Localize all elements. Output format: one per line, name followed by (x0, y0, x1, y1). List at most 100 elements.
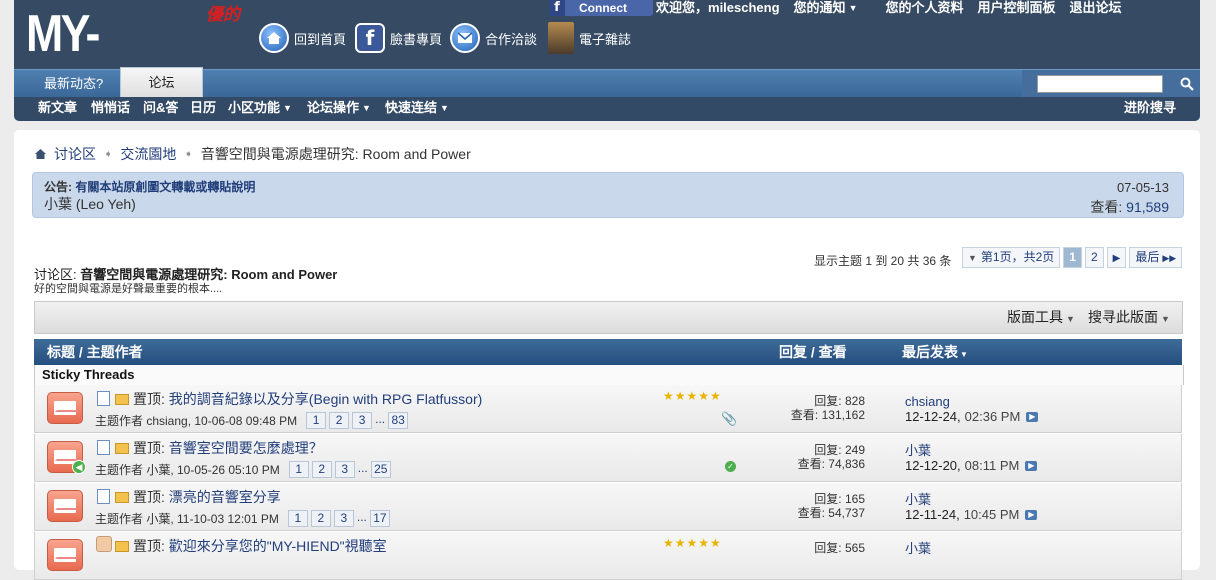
faq-link[interactable]: 问&答 (143, 97, 178, 119)
announcement-date: 07-05-13 (1116, 180, 1169, 195)
thread-title[interactable]: 置顶: 音響室空間要怎麼處理？ (133, 438, 323, 458)
notifications-menu[interactable]: 您的通知 ▼ (794, 0, 872, 15)
nav-magazine[interactable]: 電子雜誌 (548, 20, 631, 56)
announcement: 公告: 有關本站原創圖文轉載或轉貼說明 小葉 (Leo Yeh) 07-05-1… (32, 172, 1184, 218)
breadcrumb-parent[interactable]: 交流園地 (120, 144, 176, 164)
double-arrow-right-icon: ▶▶ (1162, 253, 1177, 263)
nav-contact[interactable]: 合作洽談 (450, 20, 537, 56)
announcement-title-link[interactable]: 有關本站原創圖文轉載或轉貼說明 (75, 180, 255, 194)
page-2[interactable]: 2 (1084, 247, 1104, 268)
user-bar: 欢迎您，milescheng 您的通知 ▼ 您的个人资料 用户控制面板 退出论坛 (656, 0, 1136, 15)
thread-row[interactable]: ◀ 置顶: 音響室空間要怎麼處理？ ✓ 主题作者 小葉, 10-05-26 05… (34, 434, 1182, 482)
private-messages-link[interactable]: 悄悄话 (91, 97, 130, 119)
username-link[interactable]: milescheng (708, 0, 780, 15)
forum-actions-menu[interactable]: 论坛操作 ▼ (307, 97, 371, 119)
facebook-connect-label: Connect (579, 1, 627, 15)
redirect-arrow-icon: ◀ (72, 460, 86, 474)
rating-stars-icon: ★★★★★ (663, 389, 722, 403)
thread-page-link[interactable]: 1 (306, 412, 327, 429)
go-to-last-post-icon[interactable]: ▶ (1025, 460, 1038, 471)
thread-row[interactable]: 置顶: 我的調音紀錄以及分享(Begin with RPG Flatfussor… (34, 385, 1182, 433)
last-post-info: 小葉 12-11-24, 10:45 PM ▶ (905, 492, 1038, 522)
document-icon (97, 391, 110, 406)
thread-row[interactable]: 置顶: 歡迎來分享您的"MY-HIEND"視聽室 ★★★★★ 回复: 565 小… (34, 532, 1182, 580)
thread-title[interactable]: 置顶: 歡迎來分享您的"MY-HIEND"視聽室 (133, 536, 387, 556)
thread-page-link[interactable]: 1 (287, 510, 308, 527)
column-title[interactable]: 标题 / 主题作者 (47, 339, 143, 365)
last-post-user[interactable]: 小葉 (905, 541, 931, 556)
profile-link[interactable]: 您的个人资料 (885, 0, 963, 15)
thread-page-link[interactable]: 1 (288, 461, 309, 478)
thread-list-header: 标题 / 主题作者 回复 / 查看 最后发表 ▼ (34, 339, 1182, 365)
forum-tools-menu[interactable]: 版面工具 ▼ (1007, 302, 1075, 335)
thread-meta: 主题作者 chsiang, 10-06-08 09:48 PM 1 2 3 ..… (95, 412, 409, 429)
last-post-user[interactable]: 小葉 (905, 492, 931, 507)
breadcrumb-current: 音響空間與電源處理研究: Room and Power (200, 146, 471, 162)
go-to-last-post-icon[interactable]: ▶ (1026, 411, 1039, 422)
thread-meta: 主题作者 小葉, 11-10-03 12:01 PM 1 2 3 ... 17 (95, 510, 390, 527)
thread-page-link[interactable]: 2 (311, 461, 332, 478)
search-button[interactable] (1173, 70, 1200, 97)
thread-page-link[interactable]: 3 (333, 510, 354, 527)
thread-pages: 1 2 3 ... 25 (288, 461, 391, 478)
nav-facebook-label: 臉書專頁 (390, 31, 443, 47)
facebook-connect-button[interactable]: f Connect (549, 0, 653, 16)
thumbs-up-icon (96, 536, 112, 552)
nav-facebook[interactable]: f 臉書專頁 (355, 20, 442, 56)
new-posts-link[interactable]: 新文章 (38, 97, 77, 119)
thread-title[interactable]: 置顶: 我的調音紀錄以及分享(Begin with RPG Flatfussor… (133, 389, 482, 409)
last-post-info: chsiang 12-12-24, 02:36 PM ▶ (905, 394, 1039, 424)
thread-page-link[interactable]: 17 (369, 510, 390, 527)
thread-page-link[interactable]: 2 (310, 510, 331, 527)
caret-down-icon: ▼ (848, 3, 858, 13)
column-stats[interactable]: 回复 / 查看 (779, 339, 847, 365)
announcement-views: 查看: 91,589 (1090, 199, 1169, 215)
nav-contact-label: 合作洽談 (485, 31, 538, 47)
sort-desc-icon: ▼ (960, 350, 968, 359)
forum-description: 好的空間與電源是好聲最重要的根本.... (34, 283, 223, 295)
rating-stars-icon: ★★★★★ (663, 536, 722, 550)
thread-page-link[interactable]: 3 (334, 461, 355, 478)
home-icon (259, 23, 289, 53)
page-jump-menu[interactable]: ▼ 第1页，共2页 (962, 247, 1061, 268)
community-menu[interactable]: 小区功能 ▼ (228, 97, 292, 119)
tab-whats-new[interactable]: 最新动态? (34, 70, 113, 97)
calendar-link[interactable]: 日历 (190, 97, 216, 119)
home-icon[interactable] (34, 148, 47, 160)
tab-forum[interactable]: 论坛 (120, 67, 203, 98)
thread-page-link[interactable]: 3 (352, 412, 373, 429)
breadcrumb: 讨论区 ➧ 交流園地 ➧ 音響空間與電源處理研究: Room and Power (34, 144, 471, 164)
quick-links-menu[interactable]: 快速连结 ▼ (385, 97, 449, 119)
go-to-last-post-icon[interactable]: ▶ (1025, 509, 1038, 520)
thread-title[interactable]: 置顶: 漂亮的音響室分享 (133, 487, 281, 507)
thread-page-link[interactable]: 2 (329, 412, 350, 429)
column-last-post[interactable]: 最后发表 ▼ (902, 339, 968, 368)
caret-down-icon: ▼ (1161, 314, 1170, 324)
thread-stats: 回复: 249 查看: 74,836 (797, 443, 865, 471)
nav-home-label: 回到首頁 (294, 31, 347, 47)
breadcrumb-separator-icon: ➧ (104, 148, 113, 160)
page-1[interactable]: 1 (1063, 247, 1082, 268)
search-input[interactable] (1037, 75, 1163, 93)
breadcrumb-root[interactable]: 讨论区 (54, 144, 96, 164)
search-forum-menu[interactable]: 搜寻此版面 ▼ (1088, 302, 1170, 335)
thread-row[interactable]: 置顶: 漂亮的音響室分享 主题作者 小葉, 11-10-03 12:01 PM … (34, 483, 1182, 531)
folder-icon (115, 541, 129, 552)
last-post-user[interactable]: 小葉 (905, 443, 931, 458)
mail-icon (450, 23, 480, 53)
last-post-user[interactable]: chsiang (905, 394, 950, 409)
page-info: 显示主题 1 到 20 共 36 条 (814, 254, 952, 268)
logout-link[interactable]: 退出论坛 (1070, 0, 1122, 15)
paperclip-icon: 📎 (721, 411, 738, 426)
pages-ellipsis: ... (375, 412, 386, 426)
advanced-search-link[interactable]: 进阶搜寻 (1124, 97, 1176, 119)
last-page-button[interactable]: 最后 ▶▶ (1129, 247, 1183, 268)
thread-page-link[interactable]: 25 (370, 461, 391, 478)
folder-icon (115, 443, 129, 454)
thread-status-icon (47, 392, 83, 424)
control-panel-link[interactable]: 用户控制面板 (978, 0, 1056, 15)
next-page-button[interactable]: ▶ (1106, 247, 1127, 268)
site-logo[interactable]: MY-HIEND 優的 (26, 4, 246, 123)
thread-page-link[interactable]: 83 (388, 412, 409, 429)
nav-home[interactable]: 回到首頁 (259, 20, 346, 56)
